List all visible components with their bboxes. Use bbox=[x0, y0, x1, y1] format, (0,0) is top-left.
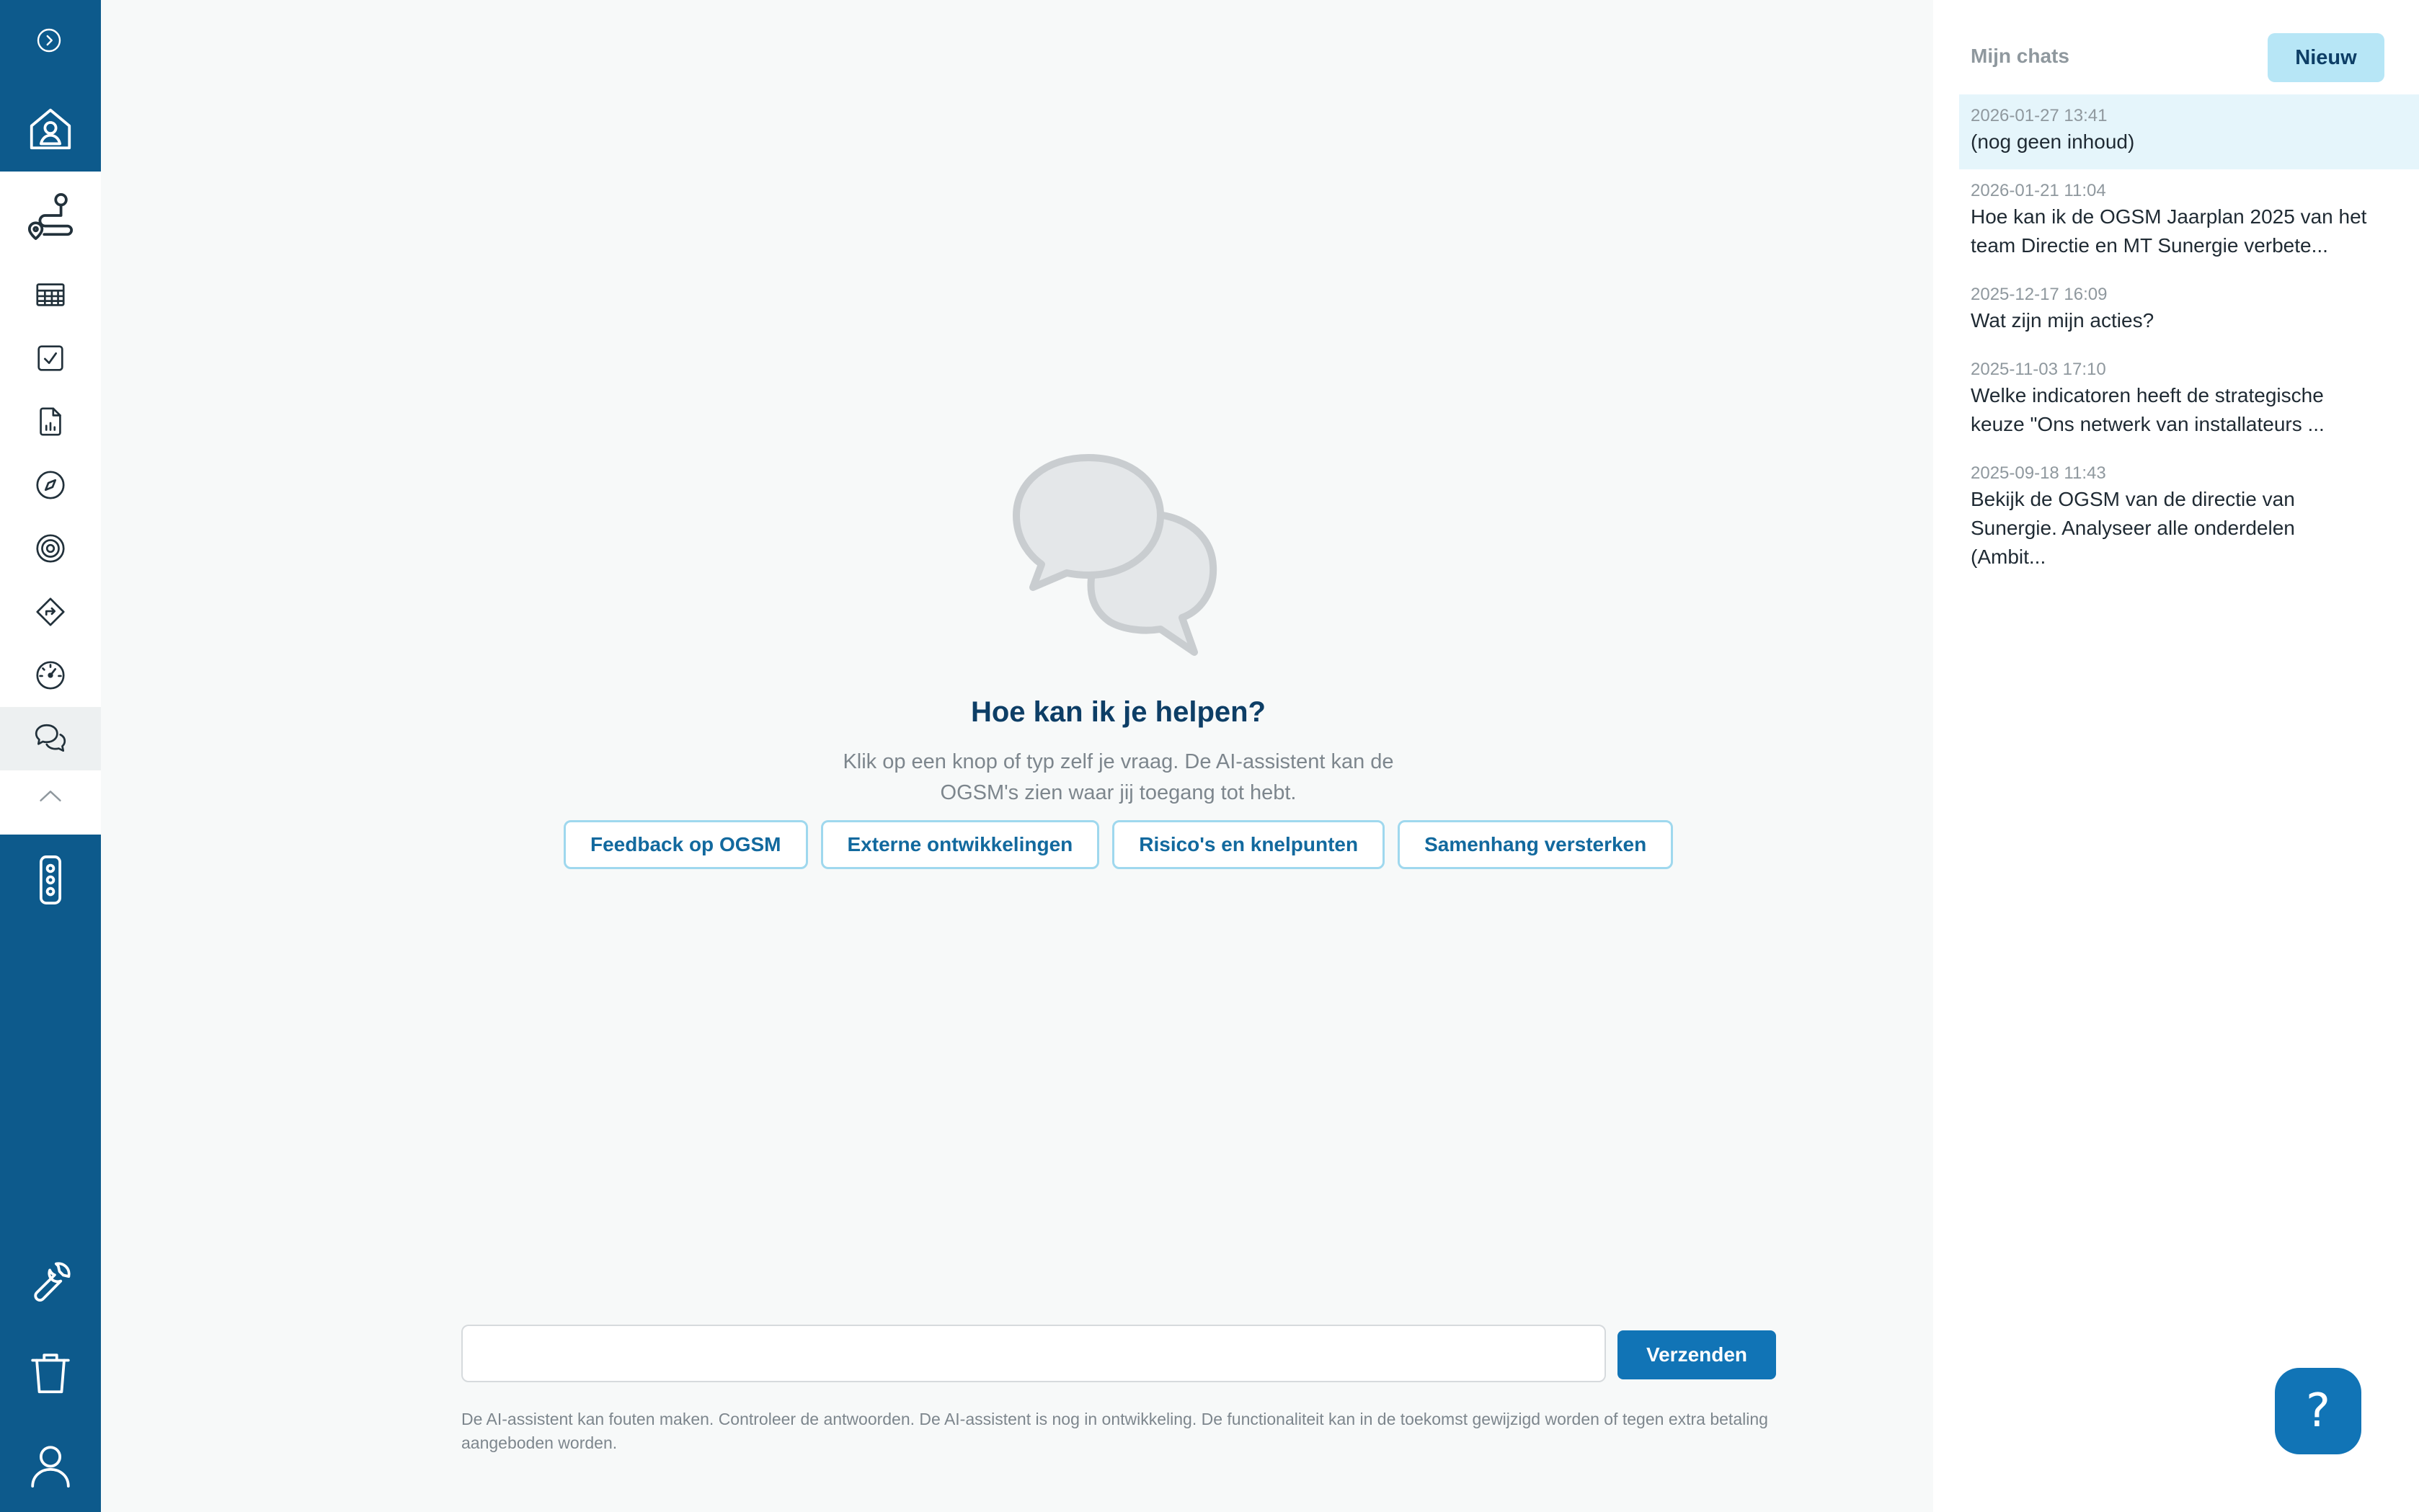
sidebar-item-explore[interactable] bbox=[0, 453, 101, 517]
chat-history-item[interactable]: 2025-09-18 11:43 Bekijk de OGSM van de d… bbox=[1959, 452, 2419, 584]
chat-date: 2025-11-03 17:10 bbox=[1971, 360, 2106, 379]
chat-preview: Welke indicatoren heeft de strategische … bbox=[1971, 384, 2325, 435]
chat-history-panel: Mijn chats Nieuw 2026-01-27 13:41 (nog g… bbox=[1933, 0, 2419, 1512]
direction-sign-icon bbox=[34, 595, 67, 628]
sidebar-tools bbox=[0, 172, 101, 835]
suggestion-chips: Feedback op OGSM Externe ontwikkelingen … bbox=[564, 820, 1674, 869]
chat-bubbles-icon bbox=[32, 721, 68, 757]
sidebar-item-tools[interactable] bbox=[0, 1240, 101, 1325]
sidebar-item-trash[interactable] bbox=[0, 1330, 101, 1415]
sidebar-item-home[interactable] bbox=[0, 86, 101, 172]
chat-date: 2026-01-21 11:04 bbox=[1971, 181, 2106, 200]
chat-date: 2026-01-27 13:41 bbox=[1971, 106, 2108, 125]
wrench-icon bbox=[25, 1257, 76, 1307]
sidebar-item-profile[interactable] bbox=[0, 1423, 101, 1508]
chat-history-title: Mijn chats bbox=[1971, 45, 2069, 67]
sidebar-item-table[interactable] bbox=[0, 263, 101, 326]
chip-external-developments[interactable]: Externe ontwikkelingen bbox=[820, 820, 1100, 869]
gauge-icon bbox=[34, 659, 67, 692]
send-button[interactable]: Verzenden bbox=[1617, 1330, 1776, 1379]
chat-history-item[interactable]: 2025-12-17 16:09 Wat zijn mijn acties? bbox=[1959, 273, 2419, 348]
sidebar-item-route[interactable] bbox=[0, 184, 101, 247]
chat-history-item[interactable]: 2025-11-03 17:10 Welke indicatoren heeft… bbox=[1959, 348, 2419, 452]
report-icon bbox=[34, 405, 67, 438]
trash-icon bbox=[25, 1348, 76, 1398]
sidebar-item-reports[interactable] bbox=[0, 390, 101, 453]
checkbox-icon bbox=[34, 342, 67, 375]
traffic-light-icon bbox=[25, 853, 76, 907]
help-button[interactable]: ? bbox=[2275, 1368, 2361, 1454]
chat-subtext: Klik op een knop of typ zelf je vraag. D… bbox=[843, 750, 1394, 804]
chat-history-item[interactable]: 2026-01-21 11:04 Hoe kan ik de OGSM Jaar… bbox=[1959, 169, 2419, 273]
chat-preview: (nog geen inhoud) bbox=[1971, 130, 2135, 153]
chat-preview: Wat zijn mijn acties? bbox=[1971, 309, 2154, 332]
chip-feedback-ogsm[interactable]: Feedback op OGSM bbox=[564, 820, 808, 869]
sidebar-item-ai-chat[interactable] bbox=[0, 707, 101, 770]
chat-preview: Bekijk de OGSM van de directie van Suner… bbox=[1971, 488, 2295, 568]
sidebar bbox=[0, 0, 101, 1512]
chat-input[interactable] bbox=[461, 1325, 1606, 1382]
chat-date: 2025-09-18 11:43 bbox=[1971, 463, 2106, 483]
ai-disclaimer: De AI-assistent kan fouten maken. Contro… bbox=[461, 1410, 1768, 1452]
chat-heading: Hoe kan ik je helpen? bbox=[970, 696, 1266, 728]
chat-history-list: 2026-01-27 13:41 (nog geen inhoud) 2026-… bbox=[1959, 94, 2419, 584]
sidebar-item-status[interactable] bbox=[0, 837, 101, 922]
chat-main: Hoe kan ik je helpen? Klik op een knop o… bbox=[101, 0, 1933, 1512]
chat-bubbles-illustration-icon bbox=[1013, 450, 1229, 667]
new-chat-button[interactable]: Nieuw bbox=[2268, 33, 2384, 82]
sidebar-item-goals[interactable] bbox=[0, 517, 101, 580]
table-icon bbox=[34, 278, 67, 311]
chip-risks-bottlenecks[interactable]: Risico's en knelpunten bbox=[1112, 820, 1385, 869]
collapse-tools-button[interactable] bbox=[0, 770, 101, 822]
sidebar-item-strategies[interactable] bbox=[0, 580, 101, 644]
chevron-up-icon bbox=[34, 780, 67, 813]
route-icon bbox=[25, 190, 76, 241]
sidebar-item-actions[interactable] bbox=[0, 326, 101, 390]
chat-history-item[interactable]: 2026-01-27 13:41 (nog geen inhoud) bbox=[1959, 94, 2419, 169]
user-icon bbox=[25, 1440, 76, 1490]
chip-strengthen-coherence[interactable]: Samenhang versterken bbox=[1398, 820, 1674, 869]
sidebar-item-dashboard[interactable] bbox=[0, 644, 101, 707]
chat-date: 2025-12-17 16:09 bbox=[1971, 285, 2108, 304]
compass-icon bbox=[34, 468, 67, 502]
target-icon bbox=[34, 532, 67, 565]
expand-sidebar-button[interactable] bbox=[35, 26, 63, 55]
chevron-right-circle-icon bbox=[36, 27, 62, 53]
home-user-icon bbox=[25, 104, 76, 154]
chat-preview: Hoe kan ik de OGSM Jaarplan 2025 van het… bbox=[1971, 205, 2367, 257]
